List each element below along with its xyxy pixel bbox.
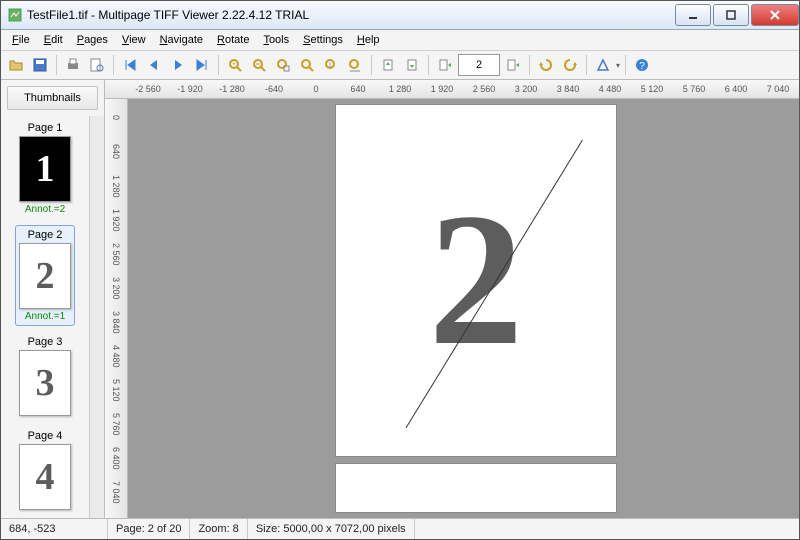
menu-tools[interactable]: Tools	[256, 32, 296, 48]
help-icon[interactable]: ?	[631, 54, 653, 76]
zoom-out-icon[interactable]	[248, 54, 270, 76]
rotate-left-icon[interactable]	[535, 54, 557, 76]
thumbnail-annot: Annot.=2	[19, 204, 71, 215]
thumbnail-image: 3	[19, 350, 71, 416]
zoom-in-icon[interactable]: +	[224, 54, 246, 76]
thumbnail-label: Page 1	[19, 122, 71, 134]
separator	[218, 55, 219, 75]
sidebar-scrollbar[interactable]	[89, 116, 104, 518]
ruler-vertical: 06401 2801 9202 5603 2003 8404 4805 1205…	[105, 99, 128, 518]
thumbnail-label: Page 3	[19, 336, 71, 348]
titlebar[interactable]: TestFile1.tif - Multipage TIFF Viewer 2.…	[1, 1, 799, 30]
zoom-fit-icon[interactable]	[296, 54, 318, 76]
goto-page-icon[interactable]	[434, 54, 456, 76]
next-page-peek[interactable]	[335, 463, 617, 513]
page-number-input[interactable]	[458, 54, 500, 76]
print-icon[interactable]	[62, 54, 84, 76]
thumbnails-header[interactable]: Thumbnails	[7, 86, 98, 110]
menu-help[interactable]: Help	[350, 32, 387, 48]
thumbnail-image: 4	[19, 444, 71, 510]
minimize-button[interactable]	[675, 4, 711, 26]
close-button[interactable]	[751, 4, 799, 26]
svg-text:?: ?	[639, 61, 645, 72]
thumbnail-image: 2	[19, 243, 71, 309]
separator	[529, 55, 530, 75]
trial-line-icon	[336, 105, 616, 456]
app-icon	[7, 7, 23, 23]
thumbnail[interactable]: Page 3 3	[15, 332, 75, 420]
next-page-icon[interactable]	[167, 54, 189, 76]
menu-pages[interactable]: Pages	[70, 32, 115, 48]
save-icon[interactable]	[29, 54, 51, 76]
thumbnails-list[interactable]: Page 11Annot.=2Page 22Annot.=1Page 33Pag…	[1, 116, 89, 518]
page-up-icon[interactable]	[377, 54, 399, 76]
status-size: Size: 5000,00 x 7072,00 pixels	[248, 519, 415, 539]
first-page-icon[interactable]	[119, 54, 141, 76]
zoom-width-icon[interactable]	[344, 54, 366, 76]
menubar: File Edit Pages View Navigate Rotate Too…	[1, 30, 799, 51]
svg-text:+: +	[232, 61, 236, 68]
menu-settings[interactable]: Settings	[296, 32, 350, 48]
thumbnail[interactable]: Page 2 2 Annot.=1	[15, 225, 75, 326]
separator	[625, 55, 626, 75]
open-icon[interactable]	[5, 54, 27, 76]
sidebar: Thumbnails Page 1 1 Annot.=2 Page 2 2 Annot.=…	[1, 80, 105, 518]
menu-navigate[interactable]: Navigate	[153, 32, 210, 48]
viewer: -2 560-1 920-1 280-64006401 2801 9202 56…	[105, 80, 799, 518]
goto-page-go-icon[interactable]	[502, 54, 524, 76]
zoom-actual-icon[interactable]: 1	[320, 54, 342, 76]
status-coords: 684, -523	[1, 519, 108, 539]
thumbnail-label: Page 4	[19, 430, 71, 442]
rotate-right-icon[interactable]	[559, 54, 581, 76]
menu-edit[interactable]: Edit	[37, 32, 70, 48]
window-title: TestFile1.tif - Multipage TIFF Viewer 2.…	[27, 8, 673, 22]
menu-rotate[interactable]: Rotate	[210, 32, 256, 48]
thumbnail-label: Page 2	[19, 229, 71, 241]
separator	[586, 55, 587, 75]
canvas[interactable]: 2	[128, 99, 799, 518]
status-page: Page: 2 of 20	[108, 519, 190, 539]
separator	[371, 55, 372, 75]
maximize-button[interactable]	[713, 4, 749, 26]
separator	[113, 55, 114, 75]
separator	[428, 55, 429, 75]
prev-page-icon[interactable]	[143, 54, 165, 76]
print-preview-icon[interactable]	[86, 54, 108, 76]
separator	[56, 55, 57, 75]
app-window: TestFile1.tif - Multipage TIFF Viewer 2.…	[0, 0, 800, 540]
thumbnail[interactable]: Page 1 1 Annot.=2	[15, 118, 75, 219]
thumbnail[interactable]: Page 4 4	[15, 426, 75, 514]
last-page-icon[interactable]	[191, 54, 213, 76]
zoom-region-icon[interactable]	[272, 54, 294, 76]
menu-file[interactable]: File	[5, 32, 37, 48]
body: Thumbnails Page 1 1 Annot.=2 Page 2 2 Annot.=…	[1, 80, 799, 518]
page-down-icon[interactable]	[401, 54, 423, 76]
thumbnail-image: 1	[19, 136, 71, 202]
thumbnail-annot: Annot.=1	[19, 311, 71, 322]
status-zoom: Zoom: 8	[190, 519, 247, 539]
page-preview[interactable]: 2	[335, 104, 617, 457]
statusbar: 684, -523 Page: 2 of 20 Zoom: 8 Size: 50…	[1, 518, 799, 539]
menu-view[interactable]: View	[115, 32, 153, 48]
ruler-horizontal: -2 560-1 920-1 280-64006401 2801 9202 56…	[105, 80, 799, 99]
annotate-icon[interactable]	[592, 54, 614, 76]
toolbar: + 1 ▾ ?	[1, 51, 799, 80]
